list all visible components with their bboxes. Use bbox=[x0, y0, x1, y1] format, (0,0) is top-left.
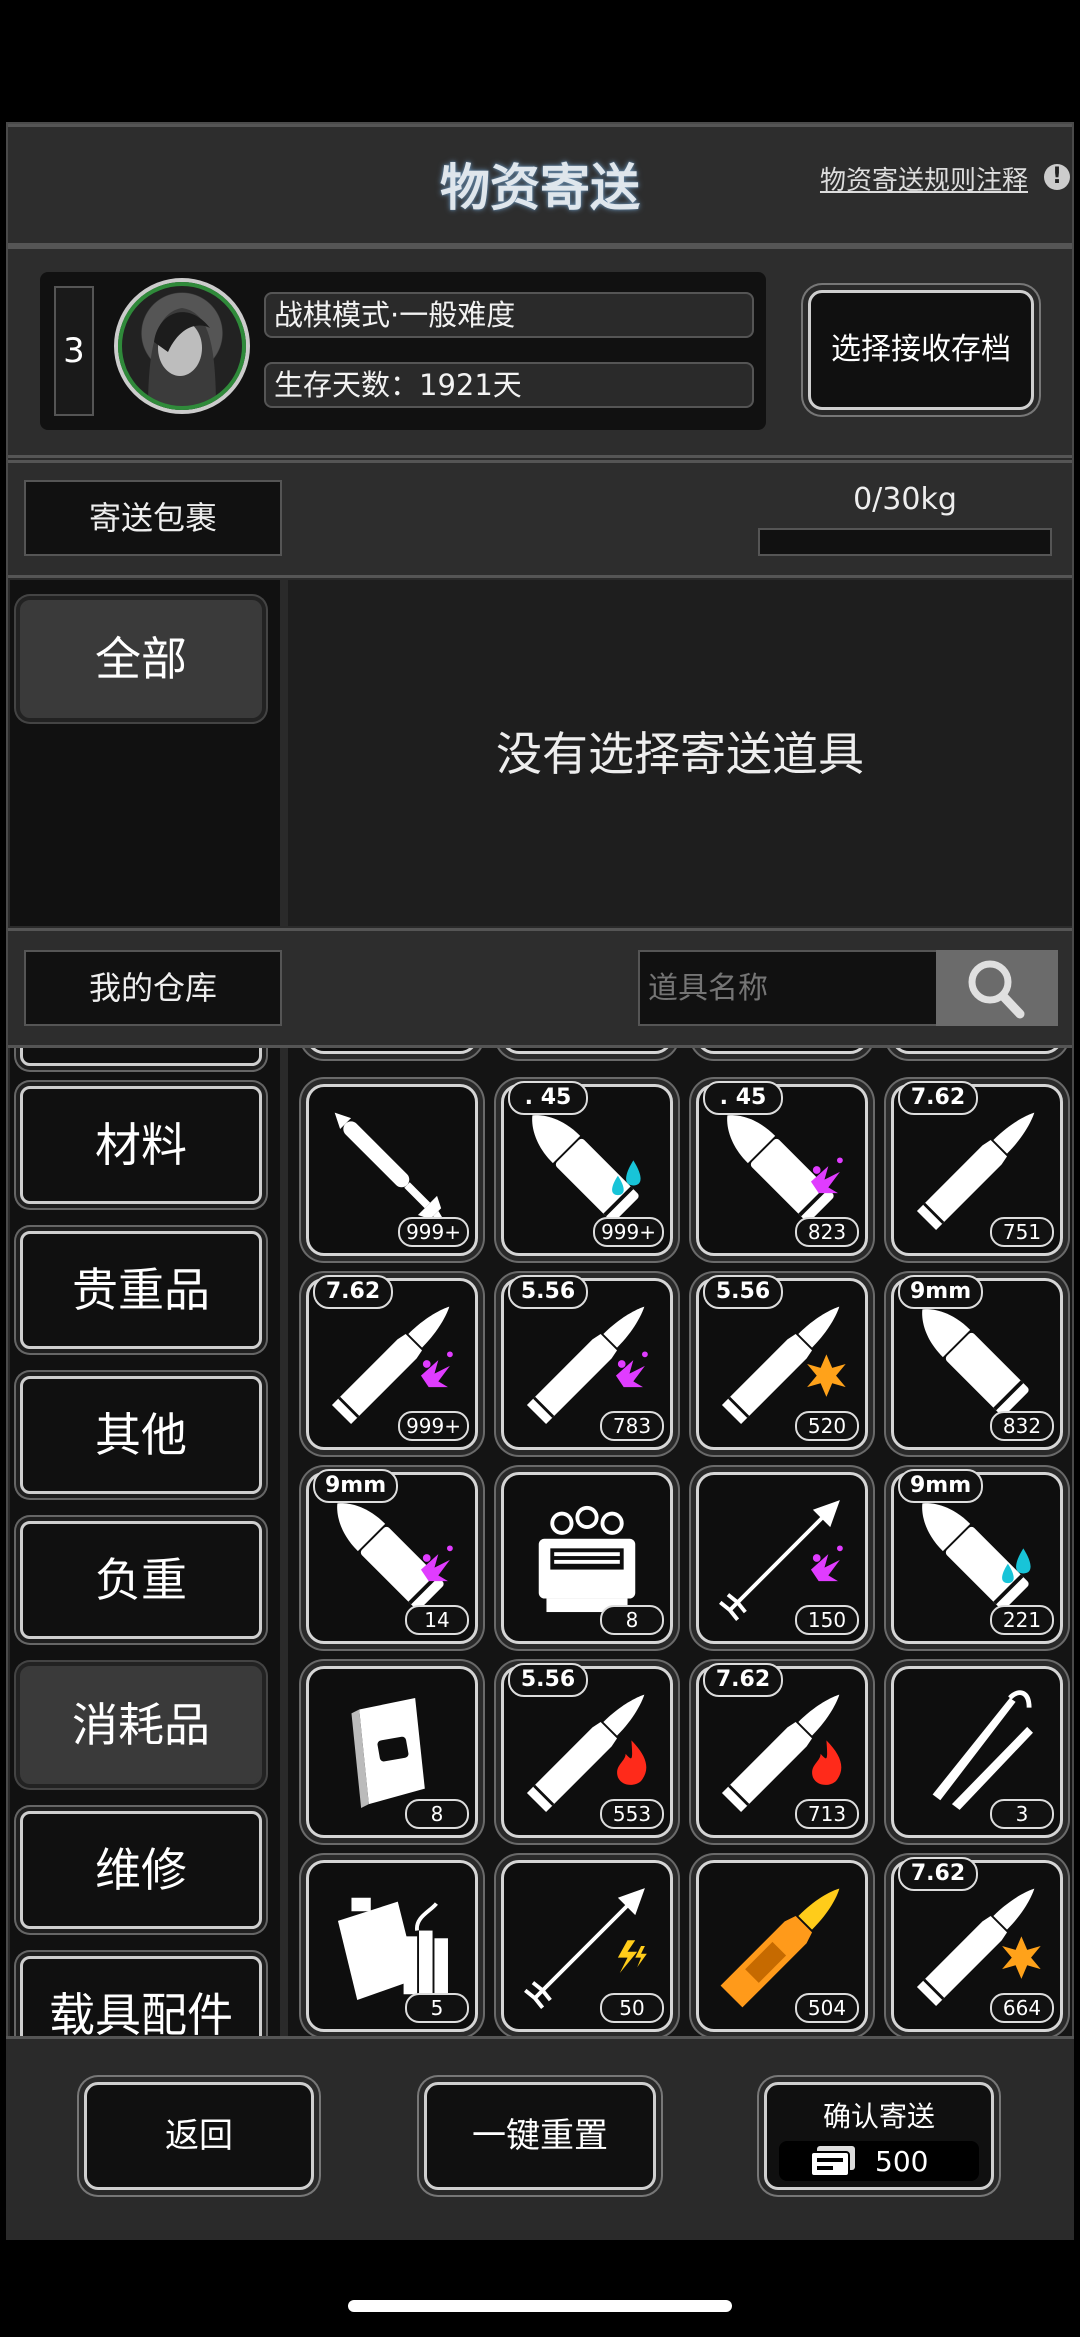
item-slot-partial[interactable] bbox=[501, 1048, 673, 1054]
item-slot[interactable]: 7.62 751 bbox=[891, 1081, 1063, 1256]
item-slot[interactable]: 5.56 520 bbox=[696, 1275, 868, 1450]
item-slot[interactable]: 50 bbox=[501, 1860, 673, 2032]
item-count: 8 bbox=[600, 1605, 664, 1635]
item-count: 3 bbox=[990, 1799, 1054, 1829]
weight-text: 0/30kg bbox=[853, 482, 957, 517]
back-button[interactable]: 返回 bbox=[84, 2082, 314, 2190]
category-0[interactable]: 材料 bbox=[20, 1086, 262, 1204]
item-count: 823 bbox=[795, 1217, 859, 1247]
ticket-icon bbox=[810, 2146, 855, 2177]
item-slot[interactable]: 150 bbox=[696, 1472, 868, 1644]
caliber-label: 9mm bbox=[313, 1469, 399, 1503]
package-label: 寄送包裹 bbox=[24, 480, 282, 556]
category-3[interactable]: 负重 bbox=[20, 1521, 262, 1639]
category-2[interactable]: 其他 bbox=[20, 1376, 262, 1494]
caliber-label: 7.62 bbox=[898, 1857, 978, 1891]
item-count: 713 bbox=[795, 1799, 859, 1829]
item-slot[interactable]: . 45 823 bbox=[696, 1081, 868, 1256]
cost-value: 500 bbox=[875, 2145, 929, 2178]
search-input[interactable] bbox=[638, 950, 938, 1026]
reset-button[interactable]: 一键重置 bbox=[424, 2082, 656, 2190]
item-slot[interactable]: 8 bbox=[306, 1666, 478, 1838]
category-5[interactable]: 维修 bbox=[20, 1811, 262, 1929]
caliber-label: 7.62 bbox=[703, 1663, 783, 1697]
item-count: 14 bbox=[405, 1605, 469, 1635]
category-6[interactable]: 载具配件 bbox=[20, 1956, 262, 2036]
select-save-button[interactable]: 选择接收存档 bbox=[808, 290, 1034, 410]
item-slot[interactable]: 9mm 14 bbox=[306, 1469, 478, 1644]
category-4[interactable]: 消耗品 bbox=[20, 1666, 262, 1784]
item-slot-partial[interactable] bbox=[696, 1048, 868, 1054]
info-icon[interactable]: ! bbox=[1044, 164, 1070, 190]
caliber-label: 7.62 bbox=[898, 1081, 978, 1115]
item-slot[interactable]: 5.56 553 bbox=[501, 1663, 673, 1838]
package-category-0[interactable]: 全部 bbox=[20, 600, 262, 718]
item-slot[interactable]: 5 bbox=[306, 1860, 478, 2032]
confirm-send-label: 确认寄送 bbox=[822, 2100, 935, 2133]
item-slot[interactable]: 9mm 832 bbox=[891, 1275, 1063, 1450]
caliber-label: 5.56 bbox=[508, 1275, 588, 1309]
caliber-label: 5.56 bbox=[508, 1663, 588, 1697]
item-count: 999+ bbox=[593, 1217, 664, 1247]
empty-message: 没有选择寄送道具 bbox=[496, 727, 864, 781]
item-count: 8 bbox=[405, 1799, 469, 1829]
item-count: 832 bbox=[990, 1411, 1054, 1441]
home-indicator[interactable] bbox=[348, 2300, 732, 2312]
cost-box: 500 bbox=[779, 2141, 979, 2181]
item-count: 783 bbox=[600, 1411, 664, 1441]
caliber-label: 7.62 bbox=[313, 1275, 393, 1309]
weight-bar bbox=[758, 528, 1052, 556]
item-count: 520 bbox=[795, 1411, 859, 1441]
item-slot[interactable]: . 45 999+ bbox=[501, 1081, 673, 1256]
item-slot[interactable]: 7.62 664 bbox=[891, 1857, 1063, 2032]
caliber-label: . 45 bbox=[508, 1081, 588, 1115]
item-slot[interactable]: 7.62 999+ bbox=[306, 1275, 478, 1450]
item-slot[interactable]: 999+ bbox=[306, 1084, 478, 1256]
confirm-send-button[interactable]: 确认寄送 500 bbox=[764, 2082, 994, 2190]
search-button[interactable] bbox=[936, 950, 1058, 1026]
item-count: 999+ bbox=[398, 1217, 469, 1247]
avatar-ring bbox=[118, 282, 246, 410]
item-count: 664 bbox=[990, 1993, 1054, 2023]
item-grid: 999+. 45 999+. 45 823 7.62 751 7.62 999+ 5.56 78… bbox=[288, 1048, 1072, 2036]
caliber-label: 9mm bbox=[898, 1275, 984, 1309]
item-slot[interactable]: 9mm 221 bbox=[891, 1469, 1063, 1644]
category-partial[interactable] bbox=[20, 1048, 262, 1066]
item-count: 999+ bbox=[398, 1411, 469, 1441]
item-count: 553 bbox=[600, 1799, 664, 1829]
caliber-label: 9mm bbox=[898, 1469, 984, 1503]
item-count: 5 bbox=[405, 1993, 469, 2023]
item-slot[interactable]: 3 bbox=[891, 1666, 1063, 1838]
item-slot-partial[interactable] bbox=[306, 1048, 478, 1054]
item-slot[interactable]: 8 bbox=[501, 1472, 673, 1644]
item-slot[interactable]: 504 bbox=[696, 1860, 868, 2032]
item-slot[interactable]: 5.56 783 bbox=[501, 1275, 673, 1450]
warehouse-label: 我的仓库 bbox=[24, 950, 282, 1026]
item-count: 751 bbox=[990, 1217, 1054, 1247]
rules-link[interactable]: 物资寄送规则注释 bbox=[820, 160, 1028, 197]
category-1[interactable]: 贵重品 bbox=[20, 1231, 262, 1349]
item-count: 150 bbox=[795, 1605, 859, 1635]
item-count: 504 bbox=[795, 1993, 859, 2023]
item-count: 221 bbox=[990, 1605, 1054, 1635]
search-icon bbox=[968, 960, 1025, 1019]
survival-days: 生存天数：1921天 bbox=[264, 362, 754, 408]
item-slot-partial[interactable] bbox=[891, 1048, 1063, 1054]
game-mode: 战棋模式·一般难度 bbox=[264, 292, 754, 338]
item-slot[interactable]: 7.62 713 bbox=[696, 1663, 868, 1838]
caliber-label: . 45 bbox=[703, 1081, 783, 1115]
caliber-label: 5.56 bbox=[703, 1275, 783, 1309]
level-badge: 3 bbox=[54, 286, 94, 416]
item-count: 50 bbox=[600, 1993, 664, 2023]
